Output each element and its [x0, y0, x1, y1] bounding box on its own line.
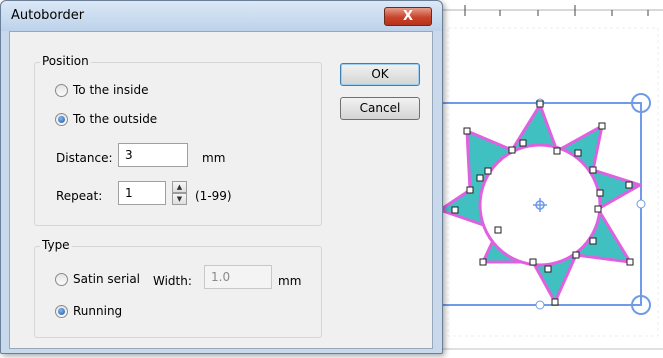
dialog-title: Autoborder: [11, 8, 85, 23]
close-button[interactable]: X: [384, 7, 432, 26]
width-label: Width:: [153, 274, 192, 288]
width-field[interactable]: 1.0: [204, 265, 272, 289]
outside-radio[interactable]: [55, 113, 68, 126]
close-icon: X: [402, 9, 414, 24]
satin-serial-label[interactable]: Satin serial: [73, 272, 140, 286]
running-label[interactable]: Running: [73, 304, 122, 318]
cancel-button[interactable]: Cancel: [340, 97, 420, 120]
selection-handle-icon: [535, 300, 545, 310]
inside-radio[interactable]: [55, 84, 68, 97]
type-group: [34, 246, 322, 338]
repeat-label: Repeat:: [56, 189, 103, 203]
selection-handle-icon: [636, 199, 646, 209]
width-unit: mm: [278, 274, 302, 288]
repeat-stepper[interactable]: ▲ ▼: [172, 181, 187, 205]
inside-radio-label[interactable]: To the inside: [73, 83, 148, 97]
spin-down-icon[interactable]: ▼: [172, 193, 187, 205]
position-group-label: Position: [40, 54, 91, 68]
dialog-body: Position To the inside To the outside Di…: [9, 31, 433, 349]
repeat-field[interactable]: 1: [118, 181, 166, 205]
spin-up-icon[interactable]: ▲: [172, 181, 187, 193]
type-group-label: Type: [40, 238, 72, 252]
title-bar[interactable]: Autoborder X: [1, 1, 442, 31]
outside-radio-label[interactable]: To the outside: [73, 112, 157, 126]
distance-unit: mm: [202, 151, 226, 165]
running-radio[interactable]: [55, 305, 68, 318]
repeat-range: (1-99): [195, 189, 232, 203]
autoborder-dialog: Autoborder X Position To the inside To t…: [0, 0, 443, 354]
satin-serial-radio[interactable]: [55, 273, 68, 286]
distance-field[interactable]: 3: [118, 143, 188, 167]
ok-button[interactable]: OK: [340, 63, 420, 86]
distance-label: Distance:: [56, 151, 113, 165]
